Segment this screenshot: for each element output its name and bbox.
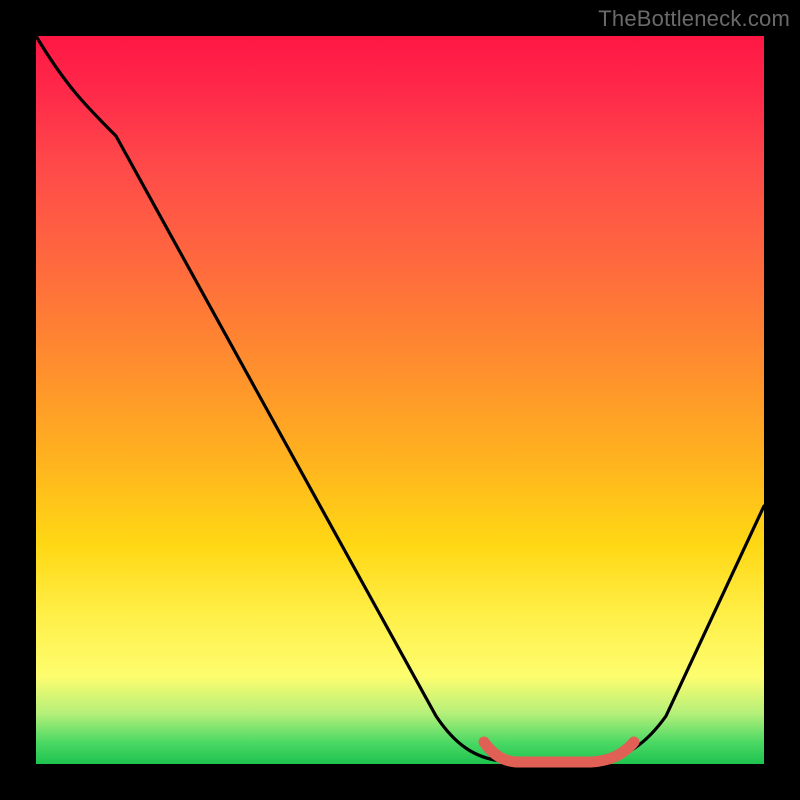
curve-svg xyxy=(36,36,764,764)
bottleneck-curve xyxy=(36,36,764,761)
watermark-label: TheBottleneck.com xyxy=(598,6,790,32)
optimal-region-highlight xyxy=(484,742,634,762)
plot-area xyxy=(36,36,764,764)
chart-frame: TheBottleneck.com xyxy=(0,0,800,800)
